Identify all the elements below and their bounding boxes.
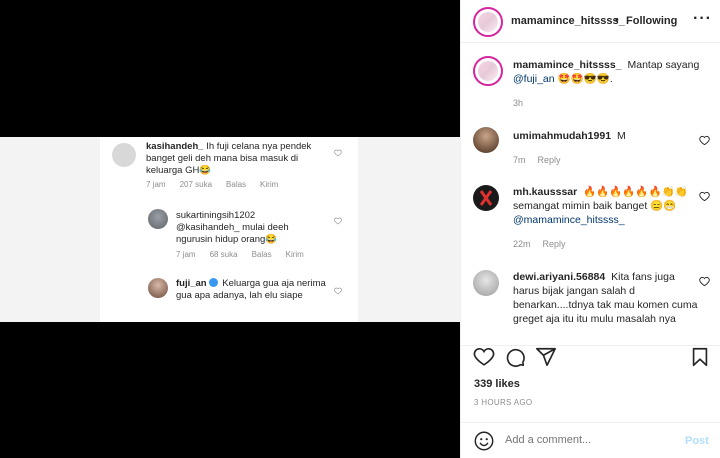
following-button[interactable]: Following bbox=[626, 15, 677, 27]
more-options-icon[interactable]: ··· bbox=[693, 10, 712, 28]
comment-username[interactable]: umimahmudah1991 bbox=[513, 130, 611, 142]
screenshot-comment: sukartiningsih1202 @kasihandeh_ mulai de… bbox=[176, 210, 324, 246]
reply-button[interactable]: Reply bbox=[543, 239, 566, 249]
comment-icon[interactable] bbox=[504, 346, 526, 368]
screenshot-comment: fuji_an Keluarga gua aja nerima gua apa … bbox=[176, 278, 326, 302]
avatar[interactable] bbox=[473, 7, 503, 37]
avatar[interactable] bbox=[473, 56, 503, 86]
comment-meta: 7m Reply bbox=[513, 155, 573, 165]
embedded-screenshot: kasihandeh_ Ih fuji celana nya pendek ba… bbox=[0, 137, 460, 322]
verified-badge-icon bbox=[208, 278, 218, 287]
screenshot-username: fuji_an bbox=[176, 278, 207, 289]
comment-mention[interactable]: @mamamince_hitssss_ bbox=[513, 214, 625, 226]
separator-dot: • bbox=[615, 14, 619, 26]
time-label: 7m bbox=[513, 155, 526, 165]
reply-button[interactable]: Reply bbox=[538, 155, 561, 165]
avatar bbox=[112, 143, 136, 167]
heart-icon[interactable] bbox=[699, 191, 710, 202]
time-label: 3h bbox=[513, 98, 524, 108]
heart-icon bbox=[334, 217, 342, 225]
avatar[interactable] bbox=[473, 127, 499, 153]
send-label: Kirim bbox=[285, 250, 304, 259]
screenshot-comment-meta: 7 jam 207 suka Balas Kirim bbox=[146, 180, 292, 189]
action-bar bbox=[461, 345, 720, 369]
caption-body: Mantap sayang bbox=[627, 59, 700, 71]
reply-label: Balas bbox=[251, 250, 272, 259]
caption-time: 3h bbox=[513, 98, 535, 108]
header-username[interactable]: mamamince_hitssss_ bbox=[511, 15, 625, 27]
comment-text: umimahmudah1991 M bbox=[513, 129, 703, 143]
like-heart-icon[interactable] bbox=[473, 346, 495, 368]
heart-icon bbox=[334, 149, 342, 157]
time-label: 7 jam bbox=[146, 180, 166, 189]
avatar[interactable] bbox=[473, 185, 499, 211]
avatar bbox=[148, 278, 168, 298]
screenshot-username: sukartiningsih1202 bbox=[176, 210, 256, 221]
send-label: Kirim bbox=[260, 180, 279, 189]
add-comment-input[interactable] bbox=[505, 434, 675, 446]
caption-text: mamamince_hitssss_ Mantap sayang @fuji_a… bbox=[513, 58, 703, 86]
comment-username[interactable]: dewi.ariyani.56884 bbox=[513, 271, 605, 283]
reply-label: Balas bbox=[226, 180, 247, 189]
screenshot-sheet: kasihandeh_ Ih fuji celana nya pendek ba… bbox=[100, 137, 358, 322]
post-button[interactable]: Post bbox=[685, 435, 709, 447]
screenshot-username: kasihandeh_ bbox=[146, 141, 204, 152]
time-label: 7 jam bbox=[176, 250, 196, 259]
likes-label: 207 suka bbox=[179, 180, 213, 189]
post-media[interactable]: kasihandeh_ Ih fuji celana nya pendek ba… bbox=[0, 0, 460, 458]
caption-mention[interactable]: @fuji_an bbox=[513, 73, 555, 85]
comment-meta: 22m Reply bbox=[513, 239, 578, 249]
add-comment-bar: Post bbox=[461, 422, 720, 458]
bookmark-icon[interactable] bbox=[689, 346, 711, 368]
heart-icon[interactable] bbox=[699, 135, 710, 146]
caption-username[interactable]: mamamince_hitssss_ bbox=[513, 59, 622, 71]
heart-icon[interactable] bbox=[699, 276, 710, 287]
comment-body: M bbox=[616, 130, 626, 142]
comment-item: dewi.ariyani.56884 Kita fans juga harus … bbox=[473, 268, 713, 334]
comment-text: mh.kausssar 🔥🔥🔥🔥🔥🔥👏👏 semangat mimin baik… bbox=[513, 185, 703, 227]
caption-emojis: 🤩🤩😎😎. bbox=[557, 73, 613, 85]
comment-username[interactable]: mh.kausssar bbox=[513, 186, 577, 198]
likes-label: 68 suka bbox=[209, 250, 238, 259]
likes-count[interactable]: 339 likes bbox=[474, 378, 520, 390]
screenshot-comment: kasihandeh_ Ih fuji celana nya pendek ba… bbox=[146, 141, 326, 177]
share-icon[interactable] bbox=[535, 346, 557, 368]
screenshot-mention: @kasihandeh_ bbox=[176, 222, 240, 233]
time-label: 22m bbox=[513, 239, 531, 249]
avatar bbox=[148, 209, 168, 229]
post-header: mamamince_hitssss_ • Following ··· bbox=[461, 0, 720, 43]
heart-icon bbox=[334, 287, 342, 295]
comment-text: dewi.ariyani.56884 Kita fans juga harus … bbox=[513, 270, 703, 326]
emoji-icon[interactable] bbox=[473, 430, 495, 452]
post-timestamp: 3 HOURS AGO bbox=[474, 398, 533, 407]
avatar[interactable] bbox=[473, 270, 499, 296]
post-details-panel: mamamince_hitssss_ • Following ··· mamam… bbox=[460, 0, 720, 458]
screenshot-comment-meta: 7 jam 68 suka Balas Kirim bbox=[176, 250, 318, 259]
